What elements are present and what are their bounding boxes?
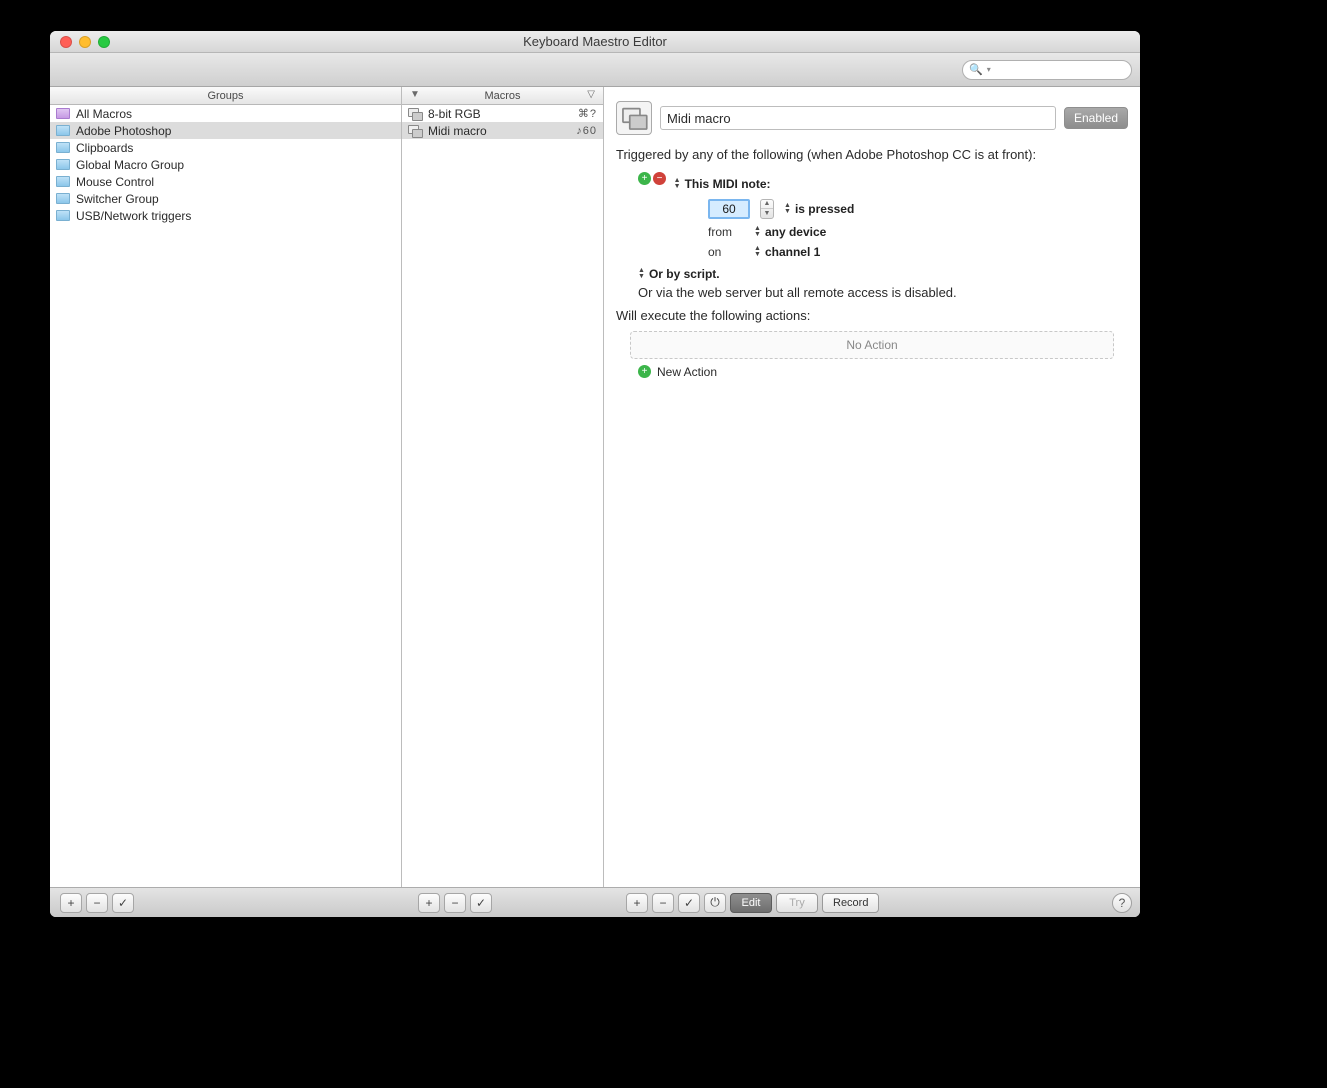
toggle-macro-button[interactable]: ✓ bbox=[470, 893, 492, 913]
help-button[interactable]: ? bbox=[1112, 893, 1132, 913]
device-dropdown[interactable]: any device bbox=[754, 225, 826, 239]
macros-column: ▼ Macros ▽ 8-bit RGB ⌘? Midi macro ♪60 bbox=[402, 87, 604, 887]
macro-large-icon[interactable] bbox=[616, 101, 652, 135]
macros-list[interactable]: 8-bit RGB ⌘? Midi macro ♪60 bbox=[402, 105, 603, 887]
from-label: from bbox=[708, 225, 744, 239]
on-label: on bbox=[708, 245, 744, 259]
shortcut-label: ♪60 bbox=[576, 125, 597, 137]
press-state-dropdown[interactable]: is pressed bbox=[784, 202, 854, 216]
chevron-updown-icon bbox=[674, 177, 681, 190]
or-script-dropdown[interactable]: Or by script. bbox=[638, 267, 720, 281]
search-input[interactable]: 🔍 ▾ bbox=[962, 60, 1132, 80]
remove-macro-button[interactable]: − bbox=[444, 893, 466, 913]
titlebar: Keyboard Maestro Editor bbox=[50, 31, 1140, 53]
macros-header[interactable]: ▼ Macros ▽ bbox=[402, 87, 603, 105]
channel-dropdown[interactable]: channel 1 bbox=[754, 245, 820, 259]
edit-button[interactable]: Edit bbox=[730, 893, 772, 913]
remove-trigger-icon[interactable]: − bbox=[653, 172, 666, 185]
add-macro-button[interactable]: + bbox=[418, 893, 440, 913]
folder-icon bbox=[56, 159, 70, 170]
enabled-button[interactable]: Enabled bbox=[1064, 107, 1128, 129]
chevron-updown-icon bbox=[638, 267, 645, 280]
groups-header[interactable]: Groups bbox=[50, 87, 401, 105]
toolbar: 🔍 ▾ bbox=[50, 53, 1140, 87]
folder-icon bbox=[56, 125, 70, 136]
group-item[interactable]: Clipboards bbox=[50, 139, 401, 156]
midi-note-input[interactable] bbox=[708, 199, 750, 219]
search-icon: 🔍 bbox=[969, 63, 983, 76]
macro-item[interactable]: Midi macro ♪60 bbox=[402, 122, 603, 139]
chevron-updown-icon bbox=[784, 202, 791, 215]
bottom-bar: + − ✓ + − ✓ + − ✓ ⏻ Edit Try Record ? bbox=[50, 887, 1140, 917]
toggle-action-button[interactable]: ✓ bbox=[678, 893, 700, 913]
no-action-placeholder[interactable]: No Action bbox=[630, 331, 1114, 359]
trigger-intro: Triggered by any of the following (when … bbox=[616, 147, 1128, 162]
add-group-button[interactable]: + bbox=[60, 893, 82, 913]
new-action-button[interactable]: + New Action bbox=[616, 365, 1128, 379]
sort-triangle-icon[interactable]: ▽ bbox=[587, 89, 595, 100]
power-button[interactable]: ⏻ bbox=[704, 893, 726, 913]
note-stepper[interactable]: ▲▼ bbox=[760, 199, 774, 219]
groups-column: Groups All Macros Adobe Photoshop Clipbo… bbox=[50, 87, 402, 887]
folder-icon bbox=[56, 193, 70, 204]
toggle-group-button[interactable]: ✓ bbox=[112, 893, 134, 913]
folder-icon bbox=[56, 142, 70, 153]
sort-triangle-icon[interactable]: ▼ bbox=[410, 89, 420, 100]
detail-column: Enabled Triggered by any of the followin… bbox=[604, 87, 1140, 887]
groups-list[interactable]: All Macros Adobe Photoshop Clipboards Gl… bbox=[50, 105, 401, 887]
editor-window: Keyboard Maestro Editor 🔍 ▾ Groups All M… bbox=[50, 31, 1140, 917]
remove-action-button[interactable]: − bbox=[652, 893, 674, 913]
macro-icon bbox=[408, 125, 422, 137]
try-button[interactable]: Try bbox=[776, 893, 818, 913]
or-web-text: Or via the web server but all remote acc… bbox=[616, 285, 1128, 300]
chevron-updown-icon bbox=[754, 225, 761, 238]
group-item[interactable]: USB/Network triggers bbox=[50, 207, 401, 224]
group-item[interactable]: All Macros bbox=[50, 105, 401, 122]
chevron-updown-icon bbox=[754, 245, 761, 258]
macro-name-input[interactable] bbox=[660, 106, 1056, 130]
folder-icon bbox=[56, 210, 70, 221]
macro-item[interactable]: 8-bit RGB ⌘? bbox=[402, 105, 603, 122]
group-item[interactable]: Mouse Control bbox=[50, 173, 401, 190]
plus-icon: + bbox=[638, 365, 651, 378]
group-item[interactable]: Switcher Group bbox=[50, 190, 401, 207]
trigger-type-dropdown[interactable]: This MIDI note: bbox=[674, 177, 771, 191]
shortcut-label: ⌘? bbox=[578, 107, 597, 120]
exec-intro: Will execute the following actions: bbox=[616, 308, 1128, 323]
add-trigger-icon[interactable]: + bbox=[638, 172, 651, 185]
macro-icon bbox=[408, 108, 422, 120]
folder-icon bbox=[56, 108, 70, 119]
record-button[interactable]: Record bbox=[822, 893, 879, 913]
remove-group-button[interactable]: − bbox=[86, 893, 108, 913]
folder-icon bbox=[56, 176, 70, 187]
window-title: Keyboard Maestro Editor bbox=[50, 34, 1140, 49]
group-item[interactable]: Global Macro Group bbox=[50, 156, 401, 173]
add-action-button[interactable]: + bbox=[626, 893, 648, 913]
group-item[interactable]: Adobe Photoshop bbox=[50, 122, 401, 139]
